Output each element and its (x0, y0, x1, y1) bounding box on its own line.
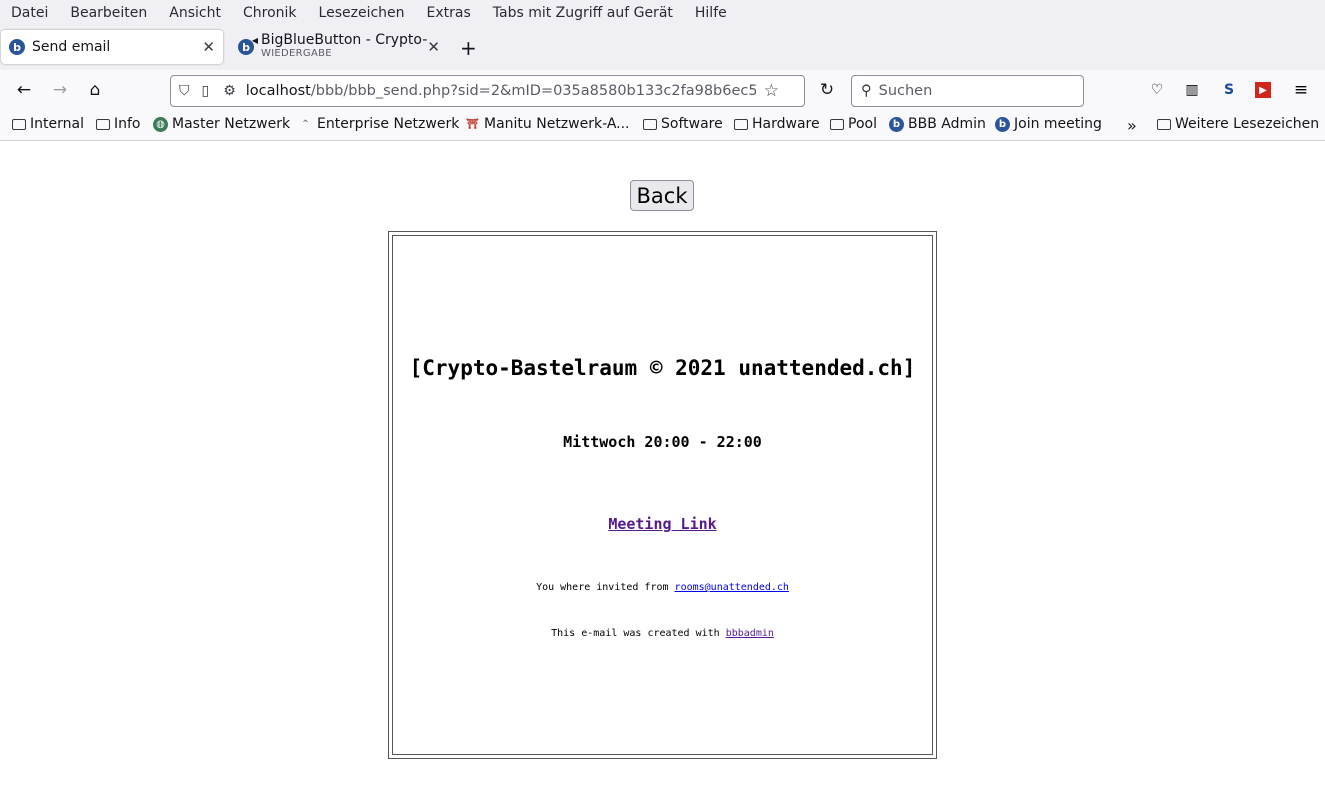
menu-hilfe[interactable]: Hilfe (695, 5, 727, 21)
enterprise-icon: ⌃ (301, 118, 310, 130)
bookmark-label: Manitu Netzwerk-A... (484, 116, 630, 132)
close-tab-icon[interactable]: ✕ (427, 38, 440, 56)
shield-icon[interactable]: ⛉ (179, 83, 190, 99)
manitu-icon: ⛩ (466, 118, 479, 130)
email-title: [Crypto-Bastelraum © 2021 unattended.ch] (409, 356, 916, 380)
more-bookmarks-chevron-icon[interactable]: » (1127, 116, 1137, 135)
bookmark-label: BBB Admin (908, 116, 986, 132)
menu-bearbeiten[interactable]: Bearbeiten (70, 5, 147, 21)
close-tab-icon[interactable]: ✕ (202, 38, 215, 56)
tab-title: Send email (32, 39, 111, 55)
menu-ansicht[interactable]: Ansicht (169, 5, 221, 21)
bookmark-label: Join meeting (1014, 116, 1102, 132)
created-prefix: This e-mail was created with (551, 628, 726, 639)
created-with-text: This e-mail was created with bbbadmin (393, 628, 932, 639)
globe-icon: ◍ (153, 116, 168, 132)
menu-tabs[interactable]: Tabs mit Zugriff auf Gerät (493, 5, 673, 21)
bookmark-manitu[interactable]: ⛩ Manitu Netzwerk-A... (465, 116, 630, 132)
back-arrow-icon[interactable]: ← (14, 80, 34, 100)
folder-icon (643, 118, 657, 130)
reload-icon[interactable]: ↻ (817, 80, 837, 100)
email-preview: [Crypto-Bastelraum © 2021 unattended.ch]… (388, 231, 937, 759)
extension-s-icon[interactable]: S (1219, 80, 1239, 100)
tab-bigbluebutton[interactable]: b BigBlueButton - Crypto-B WIEDERGABE ✕ (230, 30, 448, 64)
folder-icon (12, 118, 26, 130)
invited-prefix: You where invited from (536, 582, 675, 593)
folder-icon (1157, 118, 1171, 130)
bigbluebutton-icon: b (9, 39, 25, 55)
bookmark-pool[interactable]: Pool (830, 116, 877, 132)
bookmark-info[interactable]: Info (96, 116, 141, 132)
invited-email-link[interactable]: rooms@unattended.ch (675, 582, 789, 593)
bookmark-label: Weitere Lesezeichen (1175, 116, 1320, 132)
bigbluebutton-icon: b (238, 36, 258, 55)
bookmark-bbb-admin[interactable]: b BBB Admin (889, 116, 986, 132)
search-input[interactable]: ⚲ Suchen (851, 75, 1084, 107)
search-placeholder: Suchen (878, 83, 933, 99)
bookmark-label: Master Netzwerk (172, 116, 291, 132)
invited-from-text: You where invited from rooms@unattended.… (393, 582, 932, 593)
bigbluebutton-icon: b (889, 116, 904, 132)
bookmark-hardware[interactable]: Hardware (734, 116, 820, 132)
bookmark-enterprise-netzwerk[interactable]: ⌃ Enterprise Netzwerk (298, 116, 459, 132)
bbbadmin-link[interactable]: bbbadmin (726, 628, 774, 639)
folder-icon (96, 118, 110, 130)
tab-title: BigBlueButton - Crypto-B (261, 33, 427, 47)
page-icon[interactable]: ▯ (202, 83, 210, 99)
tab-bar: b Send email ✕ b BigBlueButton - Crypto-… (0, 26, 1325, 70)
search-icon: ⚲ (861, 83, 872, 99)
youtube-extension-icon[interactable]: ▶ (1255, 82, 1271, 98)
menu-bar: Datei Bearbeiten Ansicht Chronik Lesezei… (0, 0, 1325, 26)
menu-extras[interactable]: Extras (427, 5, 471, 21)
bookmark-internal[interactable]: Internal (12, 116, 84, 132)
bookmark-label: Software (661, 116, 723, 132)
pocket-icon[interactable]: ♡ (1147, 80, 1167, 100)
bookmarks-bar: Internal Info ◍ Master Netzwerk ⌃ Enterpri… (0, 110, 1325, 141)
folder-icon (734, 118, 748, 130)
menu-datei[interactable]: Datei (11, 5, 48, 21)
sidebar-icon[interactable]: ▥ (1182, 80, 1202, 100)
bookmark-label: Info (114, 116, 141, 132)
bookmark-join-meeting[interactable]: b Join meeting (995, 116, 1102, 132)
menu-lesezeichen[interactable]: Lesezeichen (319, 5, 405, 21)
navigation-bar: ← → ⌂ ⛉ ▯ ⚙ localhost/bbb/bbb_send.php?s… (0, 70, 1325, 110)
bookmark-master-netzwerk[interactable]: ◍ Master Netzwerk (153, 116, 290, 132)
bookmark-software[interactable]: Software (643, 116, 723, 132)
url-path: /bbb/bbb_send.php?sid=2&mID=035a8580b133… (310, 83, 756, 99)
bookmark-label: Internal (30, 116, 84, 132)
email-body: [Crypto-Bastelraum © 2021 unattended.ch]… (392, 235, 933, 755)
forward-arrow-icon[interactable]: → (50, 80, 70, 100)
meeting-time: Mittwoch 20:00 - 22:00 (563, 433, 762, 451)
browser-chrome: Datei Bearbeiten Ansicht Chronik Lesezei… (0, 0, 1325, 141)
meeting-link[interactable]: Meeting Link (393, 515, 932, 533)
bookmark-weitere[interactable]: Weitere Lesezeichen (1157, 116, 1319, 132)
new-tab-plus-icon[interactable]: + (460, 36, 477, 60)
folder-icon (830, 118, 844, 130)
menu-chronik[interactable]: Chronik (243, 5, 297, 21)
page-content: Back [Crypto-Bastelraum © 2021 unattende… (0, 141, 1325, 786)
bookmark-label: Pool (848, 116, 877, 132)
home-icon[interactable]: ⌂ (85, 80, 105, 100)
back-button[interactable]: Back (630, 180, 694, 211)
tab-send-email[interactable]: b Send email ✕ (1, 30, 223, 64)
hamburger-menu-icon[interactable]: ≡ (1291, 80, 1311, 100)
bigbluebutton-icon: b (995, 116, 1010, 132)
bookmark-label: Enterprise Netzwerk (317, 116, 460, 132)
url-host: localhost (245, 83, 311, 99)
tab-audio-status: WIEDERGABE (261, 48, 332, 59)
url-bar[interactable]: ⛉ ▯ ⚙ localhost/bbb/bbb_send.php?sid=2&m… (170, 75, 805, 107)
permissions-icon[interactable]: ⚙ (223, 83, 236, 99)
bookmark-star-icon[interactable]: ☆ (764, 81, 779, 101)
bookmark-label: Hardware (752, 116, 820, 132)
